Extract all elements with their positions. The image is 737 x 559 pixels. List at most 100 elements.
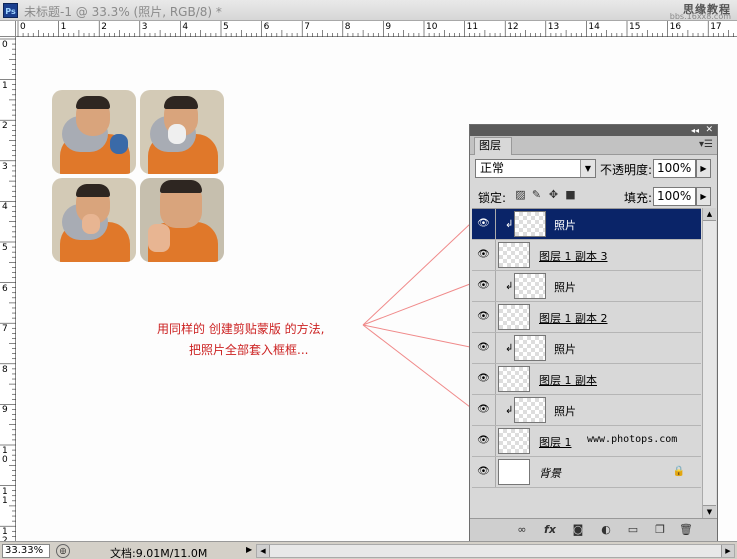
- chevron-down-icon[interactable]: ▼: [580, 160, 595, 177]
- adjustment-icon[interactable]: ◐: [598, 523, 614, 537]
- lock-all-icon[interactable]: ■: [564, 188, 577, 201]
- layer-thumbnail[interactable]: [498, 242, 530, 268]
- layer-name[interactable]: 照片: [554, 217, 576, 233]
- panel-footer: ∞ fx ◙ ◐ ▭ ❐ 🗑: [470, 518, 717, 541]
- close-icon[interactable]: ✕: [705, 125, 713, 136]
- watermark-url: www.photops.com: [587, 434, 678, 445]
- layer-name[interactable]: 图层 1: [539, 434, 572, 450]
- layer-row[interactable]: 👁 图层 1 副本 2: [472, 302, 701, 333]
- visibility-eye-icon[interactable]: 👁: [475, 248, 492, 261]
- collapse-icon[interactable]: ◂◂: [691, 125, 699, 136]
- visibility-eye-icon[interactable]: 👁: [475, 403, 492, 416]
- layer-name[interactable]: 图层 1 副本: [539, 372, 597, 388]
- divider: [495, 271, 496, 301]
- divider: [495, 302, 496, 332]
- layer-thumbnail[interactable]: [498, 428, 530, 454]
- lock-pixels-brush-icon[interactable]: ✎: [530, 188, 543, 201]
- divider: [495, 333, 496, 363]
- layer-thumbnail[interactable]: [498, 459, 530, 485]
- visibility-eye-icon[interactable]: 👁: [475, 372, 492, 385]
- layer-thumbnail[interactable]: [498, 304, 530, 330]
- status-bar: 33.33% ◎ 文档:9.01M/11.0M ▶ ◀ ▶: [0, 541, 737, 559]
- watermark: 思缘教程 bbs.16xx8.com: [639, 1, 731, 21]
- layer-thumbnail[interactable]: [498, 366, 530, 392]
- divider: [495, 364, 496, 394]
- ruler-origin[interactable]: [0, 21, 16, 37]
- clipping-mask-icon: ↲: [505, 281, 514, 292]
- status-info-icon[interactable]: ◎: [56, 544, 70, 558]
- layer-name[interactable]: 图层 1 副本 2: [539, 310, 608, 326]
- divider: [495, 426, 496, 456]
- opacity-slider-button[interactable]: ▶: [696, 159, 711, 178]
- opacity-input[interactable]: 100%: [653, 159, 696, 178]
- annotation-line1: 用同样的 创建剪贴蒙版 的方法,: [157, 322, 325, 336]
- layer-name[interactable]: 照片: [554, 279, 576, 295]
- layer-name[interactable]: 照片: [554, 341, 576, 357]
- divider: [495, 240, 496, 270]
- document-size: 文档:9.01M/11.0M: [110, 547, 208, 559]
- layers-scrollbar[interactable]: ▲ ▼: [702, 208, 716, 518]
- vertical-ruler-ticks: [0, 38, 16, 537]
- layer-thumbnail[interactable]: [514, 397, 546, 423]
- scroll-right-icon[interactable]: ▶: [721, 545, 734, 557]
- panel-header[interactable]: ◂◂ ✕: [470, 125, 717, 136]
- layer-thumbnail[interactable]: [514, 273, 546, 299]
- trash-icon[interactable]: 🗑: [678, 523, 694, 537]
- document-title: 未标题-1 @ 33.3% (照片, RGB/8) *: [24, 5, 222, 19]
- horizontal-ruler[interactable]: 0 1 2 3 4 5 6 7 8 9 10 11 12 13 14 15 16 17: [16, 21, 737, 37]
- layers-list: 👁 ↲ 照片 👁 图层 1 副本 3 👁 ↲ 照片 👁 图层 1 副本 2 👁 ↲ 照片 👁 图层 1 副本…: [472, 208, 701, 518]
- title-bar: Ps 未标题-1 @ 33.3% (照片, RGB/8) * 思缘教程 bbs.…: [0, 0, 737, 21]
- fill-slider-button[interactable]: ▶: [696, 187, 711, 206]
- visibility-eye-icon[interactable]: 👁: [475, 341, 492, 354]
- visibility-eye-icon[interactable]: 👁: [475, 217, 492, 230]
- blend-mode-select[interactable]: 正常 ▼: [475, 159, 596, 178]
- divider: [495, 209, 496, 239]
- layer-name[interactable]: 背景: [539, 465, 561, 481]
- scroll-down-icon[interactable]: ▼: [703, 505, 716, 518]
- visibility-eye-icon[interactable]: 👁: [475, 465, 492, 478]
- zoom-input[interactable]: 33.33%: [2, 544, 50, 558]
- layer-thumbnail[interactable]: [514, 211, 546, 237]
- layer-row[interactable]: 👁 ↲ 照片: [472, 395, 701, 426]
- layer-name[interactable]: 照片: [554, 403, 576, 419]
- panel-tabbar: 图层 ▾☰: [470, 136, 717, 155]
- layer-name[interactable]: 图层 1 副本 3: [539, 248, 608, 264]
- watermark-line2: bbs.16xx8.com: [669, 12, 731, 21]
- scroll-up-icon[interactable]: ▲: [703, 208, 716, 221]
- layer-row[interactable]: 👁 ↲ 照片: [472, 209, 701, 240]
- horizontal-ruler-ticks: [17, 21, 734, 37]
- layer-row[interactable]: 👁 背景 🔒: [472, 457, 701, 488]
- scroll-left-icon[interactable]: ◀: [257, 545, 270, 557]
- layer-thumbnail[interactable]: [514, 335, 546, 361]
- layer-row[interactable]: 👁 图层 1 副本 3: [472, 240, 701, 271]
- fill-label: 填充:: [624, 191, 653, 205]
- lock-icon: 🔒: [672, 466, 685, 477]
- clipping-mask-icon: ↲: [505, 219, 514, 230]
- lock-label: 锁定:: [478, 191, 507, 205]
- vertical-ruler[interactable]: 01234567891 01 11 2: [0, 37, 16, 546]
- folder-icon[interactable]: ▭: [625, 523, 641, 537]
- fx-icon[interactable]: fx: [542, 523, 558, 537]
- clipping-mask-icon: ↲: [505, 405, 514, 416]
- link-icon[interactable]: ∞: [514, 523, 530, 537]
- divider: [495, 395, 496, 425]
- layer-row[interactable]: 👁 ↲ 照片: [472, 333, 701, 364]
- lock-position-move-icon[interactable]: ✥: [547, 188, 560, 201]
- mask-icon[interactable]: ◙: [570, 523, 586, 537]
- horizontal-scrollbar[interactable]: ◀ ▶: [256, 544, 735, 558]
- clipping-mask-icon: ↲: [505, 343, 514, 354]
- annotation-line2: 把照片全部套入框框...: [189, 343, 309, 357]
- lock-transparency-icon[interactable]: ▨: [514, 188, 527, 201]
- opacity-label: 不透明度:: [600, 163, 653, 177]
- new-layer-icon[interactable]: ❐: [652, 523, 668, 537]
- panel-menu-icon[interactable]: ▾☰: [699, 139, 713, 150]
- layer-row[interactable]: 👁 图层 1 副本: [472, 364, 701, 395]
- layer-row[interactable]: 👁 图层 1 www.photops.com: [472, 426, 701, 457]
- fill-input[interactable]: 100%: [653, 187, 696, 206]
- layer-row[interactable]: 👁 ↲ 照片: [472, 271, 701, 302]
- visibility-eye-icon[interactable]: 👁: [475, 434, 492, 447]
- status-menu-arrow-icon[interactable]: ▶: [246, 545, 252, 554]
- visibility-eye-icon[interactable]: 👁: [475, 279, 492, 292]
- tab-layers[interactable]: 图层: [474, 137, 512, 155]
- visibility-eye-icon[interactable]: 👁: [475, 310, 492, 323]
